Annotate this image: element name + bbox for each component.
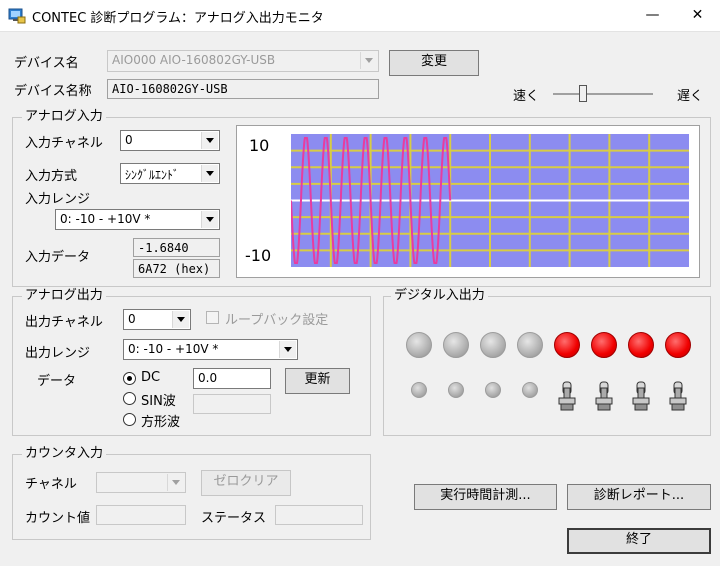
device-select-value: AIO000 AIO-160802GY-USB <box>112 53 276 67</box>
input-mode-select[interactable]: ｼﾝｸﾞﾙｴﾝﾄﾞ <box>120 163 220 184</box>
waveform-chart-panel: 10 -10 <box>236 125 700 278</box>
chevron-down-icon <box>201 165 218 182</box>
waveform-plot <box>291 134 689 267</box>
input-indicator-2 <box>485 382 501 398</box>
exit-button[interactable]: 終了 <box>567 528 711 554</box>
chevron-down-icon <box>201 211 218 228</box>
toggle-switch-icon[interactable] <box>595 380 613 412</box>
output-led-0[interactable] <box>406 332 432 358</box>
chart-ymax-label: 10 <box>249 136 270 155</box>
title-bar: CONTEC 診断プログラム：アナログ入出力モニタ — ✕ <box>0 0 720 32</box>
input-mode-value: ｼﾝｸﾞﾙｴﾝﾄﾞ <box>125 168 180 182</box>
input-indicator-1 <box>448 382 464 398</box>
dc-radio[interactable] <box>123 372 136 385</box>
output-led-6[interactable] <box>628 332 654 358</box>
analog-input-group-title: アナログ入力 <box>22 109 106 125</box>
update-output-button[interactable]: 更新 <box>285 368 350 394</box>
diagnostic-report-button[interactable]: 診断レポート... <box>567 484 711 510</box>
change-device-button[interactable]: 変更 <box>389 50 479 76</box>
output-data-label: データ <box>37 374 77 389</box>
output-led-3[interactable] <box>517 332 543 358</box>
chevron-down-icon <box>360 52 377 69</box>
input-channel-value: 0 <box>125 133 133 147</box>
input-hex-value: 6A72 (hex) <box>133 259 220 278</box>
chevron-down-icon <box>167 474 184 491</box>
counter-group-title: カウンタ入力 <box>22 446 107 462</box>
input-range-value: 0: -10 - +10V * <box>60 212 151 226</box>
output-led-7[interactable] <box>665 332 691 358</box>
input-channel-label: 入力チャネル <box>25 136 103 151</box>
wave-param-input[interactable] <box>193 394 271 414</box>
speed-slider-track[interactable] <box>553 93 653 95</box>
analog-output-group-title: アナログ出力 <box>22 288 106 304</box>
loopback-label: ループバック設定 <box>225 313 329 328</box>
input-range-select[interactable]: 0: -10 - +10V * <box>55 209 220 230</box>
sin-label: SIN波 <box>141 394 176 409</box>
square-label: 方形波 <box>141 415 181 430</box>
toggle-switch-icon[interactable] <box>558 380 576 412</box>
count-value-label: カウント値 <box>25 511 91 526</box>
count-value-field <box>96 505 186 525</box>
input-data-label: 入力データ <box>25 250 91 265</box>
digital-io-group-title: デジタル入出力 <box>391 288 488 304</box>
square-radio[interactable] <box>123 413 136 426</box>
window-title: CONTEC 診断プログラム：アナログ入出力モニタ <box>32 11 324 26</box>
device-select[interactable]: AIO000 AIO-160802GY-USB <box>107 50 379 72</box>
speed-slider-thumb[interactable] <box>579 85 587 102</box>
output-range-label: 出力レンジ <box>25 346 91 361</box>
digital-io-group <box>383 296 711 436</box>
speed-slow-label: 遅く <box>677 89 704 104</box>
output-channel-select[interactable]: 0 <box>123 309 191 330</box>
input-indicator-0 <box>411 382 427 398</box>
input-data-value: -1.6840 <box>133 238 220 257</box>
close-button[interactable]: ✕ <box>675 0 720 30</box>
app-icon <box>8 8 26 24</box>
output-channel-label: 出力チャネル <box>25 315 103 330</box>
minimize-button[interactable]: — <box>630 0 675 30</box>
output-channel-value: 0 <box>128 312 136 326</box>
device-fullname-field: AIO-160802GY-USB <box>107 79 379 99</box>
zero-clear-button[interactable]: ゼロクリア <box>201 470 291 496</box>
sin-radio[interactable] <box>123 392 136 405</box>
loopback-checkbox[interactable] <box>206 311 219 324</box>
input-mode-label: 入力方式 <box>25 169 78 184</box>
counter-channel-label: チャネル <box>25 477 77 492</box>
chart-ymin-label: -10 <box>245 246 272 265</box>
chevron-down-icon <box>201 132 218 149</box>
device-fullname-label: デバイス名称 <box>14 84 92 99</box>
input-indicator-3 <box>522 382 538 398</box>
input-channel-select[interactable]: 0 <box>120 130 220 151</box>
toggle-switch-icon[interactable] <box>632 380 650 412</box>
execution-timing-button[interactable]: 実行時間計測... <box>414 484 557 510</box>
output-range-value: 0: -10 - +10V * <box>128 342 219 356</box>
counter-status-label: ステータス <box>201 511 267 526</box>
device-name-label: デバイス名 <box>14 56 79 71</box>
speed-fast-label: 速く <box>513 89 540 104</box>
input-range-label: 入力レンジ <box>25 192 91 207</box>
chevron-down-icon <box>279 341 296 358</box>
counter-group <box>12 454 371 540</box>
toggle-switch-icon[interactable] <box>669 380 687 412</box>
dc-label: DC <box>141 370 161 385</box>
counter-channel-select[interactable] <box>96 472 186 493</box>
output-led-1[interactable] <box>443 332 469 358</box>
output-led-5[interactable] <box>591 332 617 358</box>
dc-value-input[interactable]: 0.0 <box>193 368 271 389</box>
output-led-4[interactable] <box>554 332 580 358</box>
output-led-2[interactable] <box>480 332 506 358</box>
output-range-select[interactable]: 0: -10 - +10V * <box>123 339 298 360</box>
chevron-down-icon <box>172 311 189 328</box>
counter-status-field <box>275 505 363 525</box>
